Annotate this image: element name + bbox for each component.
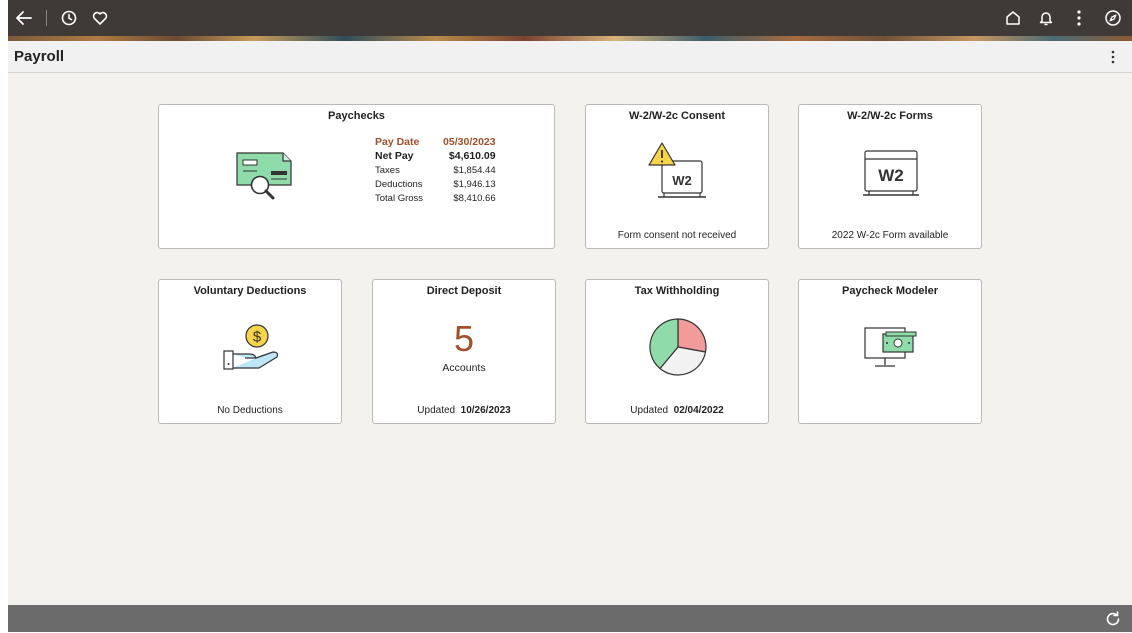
tile-w2-consent[interactable]: W-2/W-2c Consent W2 Form consent not rec…: [585, 104, 769, 249]
consent-status: Form consent not received: [617, 230, 737, 241]
page-header: Payroll: [8, 41, 1132, 73]
deposit-updated: Updated 10/26/2023: [373, 405, 555, 416]
w2-consent-warning-icon: W2: [648, 141, 708, 208]
deductions-status: No Deductions: [217, 405, 283, 416]
tile-voluntary-deductions[interactable]: Voluntary Deductions $ No Deductions: [158, 279, 342, 424]
history-icon[interactable]: [57, 6, 81, 30]
tile-title: Tax Withholding: [634, 285, 720, 297]
net-pay-row: Net Pay $4,610.09: [375, 150, 496, 164]
taxes-value: $1,854.44: [453, 165, 496, 176]
tile-title: Paycheck Modeler: [842, 285, 938, 297]
tile-w2-forms[interactable]: W-2/W-2c Forms W2 2022 W-2c Form availab…: [798, 104, 982, 249]
pay-date-row: Pay Date 05/30/2023: [375, 136, 496, 150]
deductions-label: Deductions: [375, 179, 423, 190]
taxes-label: Taxes: [375, 165, 400, 176]
tile-title: Direct Deposit: [426, 285, 502, 297]
back-arrow-icon[interactable]: [12, 6, 36, 30]
pay-date-value: 05/30/2023: [443, 136, 496, 148]
favorites-heart-icon[interactable]: [88, 6, 112, 30]
top-banner: [8, 0, 1132, 36]
home-icon[interactable]: [1001, 6, 1025, 30]
actions-menu-icon[interactable]: [1067, 6, 1091, 30]
updated-date: 02/04/2022: [673, 405, 724, 416]
tile-title: W-2/W-2c Forms: [847, 110, 933, 122]
tile-paycheck-modeler[interactable]: Paycheck Modeler: [798, 279, 982, 424]
total-gross-value: $8,410.66: [453, 193, 496, 204]
app-frame: Payroll Paychecks Pay Date 05/30/2023 Ne…: [8, 0, 1132, 632]
toolbar-divider: [46, 10, 47, 26]
w2-glyph: W2: [672, 173, 692, 188]
taxes-row: Taxes $1,854.44: [375, 164, 496, 178]
w2-form-icon: W2: [861, 147, 921, 206]
notifications-bell-icon[interactable]: [1034, 6, 1058, 30]
tile-title: Voluntary Deductions: [193, 285, 307, 297]
paycheck-summary-table: Pay Date 05/30/2023 Net Pay $4,610.09 Ta…: [375, 136, 496, 206]
tile-title: W-2/W-2c Consent: [628, 110, 726, 122]
svg-text:$: $: [253, 329, 262, 346]
navigator-compass-icon[interactable]: [1101, 6, 1125, 30]
bottom-bar: [8, 605, 1132, 632]
deductions-row: Deductions $1,946.13: [375, 178, 496, 192]
pie-chart-icon: [648, 317, 708, 382]
net-pay-label: Net Pay: [375, 150, 414, 162]
page-title: Payroll: [14, 48, 65, 65]
forms-status: 2022 W-2c Form available: [831, 230, 949, 241]
paycheck-search-icon: [235, 149, 297, 206]
refresh-icon[interactable]: [1104, 610, 1122, 628]
page-actions-menu-icon[interactable]: [1108, 48, 1118, 66]
tile-title: Paychecks: [328, 110, 385, 122]
total-gross-label: Total Gross: [375, 193, 424, 204]
deductions-value: $1,946.13: [453, 179, 496, 190]
updated-date: 10/26/2023: [460, 405, 511, 416]
w2-glyph: W2: [878, 166, 904, 185]
updated-label: Updated: [630, 405, 669, 416]
net-pay-value: $4,610.09: [448, 150, 496, 162]
tile-tax-withholding[interactable]: Tax Withholding Updated 02/04/2022: [585, 279, 769, 424]
tile-direct-deposit[interactable]: Direct Deposit 5 Accounts Updated 10/26/…: [372, 279, 556, 424]
account-count: 5: [453, 318, 475, 359]
account-count-label: Accounts: [442, 362, 486, 374]
tile-paychecks[interactable]: Paychecks Pay Date 05/30/2023 Net Pay $4…: [158, 104, 555, 249]
hand-coin-icon: $: [221, 324, 283, 379]
pay-date-label: Pay Date: [375, 136, 420, 148]
updated-label: Updated: [417, 405, 456, 416]
total-gross-row: Total Gross $8,410.66: [375, 192, 496, 206]
monitor-cash-icon: [861, 324, 923, 375]
withholding-updated: Updated 02/04/2022: [586, 405, 768, 416]
